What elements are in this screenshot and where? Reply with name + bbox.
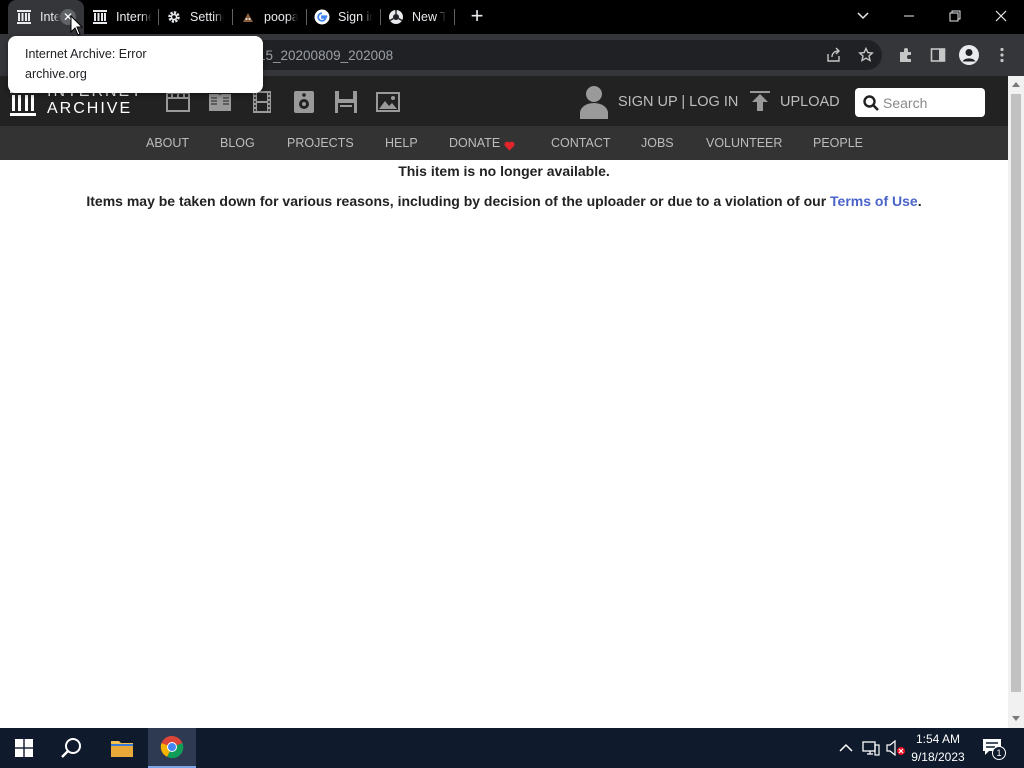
ia-logo-line2[interactable]: ARCHIVE xyxy=(47,101,132,117)
notifications-button[interactable]: 1 xyxy=(982,738,1008,760)
web-page: INTERNET ARCHIVE SIGN UP | LOG IN UPLOAD xyxy=(0,76,1008,728)
tab-separator xyxy=(232,9,233,25)
tab-internet-archive[interactable]: Internet Archive xyxy=(92,0,156,34)
chrome-taskbar-button[interactable] xyxy=(148,728,196,768)
upload-icon[interactable] xyxy=(750,91,770,113)
tab-title: Settings xyxy=(190,10,224,24)
video-icon[interactable] xyxy=(250,90,274,114)
mouse-cursor-icon xyxy=(70,15,84,36)
terms-of-use-link[interactable]: Terms of Use xyxy=(830,193,918,209)
close-icon xyxy=(995,10,1007,22)
error-description-text: Items may be taken down for various reas… xyxy=(86,193,827,209)
scroll-up-arrow-icon[interactable] xyxy=(1012,81,1020,87)
search-placeholder: Search xyxy=(883,95,928,111)
search-icon xyxy=(863,95,879,111)
folder-icon xyxy=(111,741,133,757)
tab-title: poopa xyxy=(264,10,298,24)
tab-settings[interactable]: Settings xyxy=(166,0,226,34)
tab-sign-in[interactable]: Sign in xyxy=(314,0,374,34)
custom-favicon-icon xyxy=(240,9,256,25)
tab-title: New Tab xyxy=(412,10,446,24)
terms-period: . xyxy=(917,193,922,209)
tab-new-tab[interactable]: New Tab xyxy=(388,0,448,34)
taskbar-search-button[interactable] xyxy=(48,728,96,768)
tab-separator xyxy=(454,9,455,25)
texts-icon[interactable] xyxy=(208,90,232,114)
heart-icon[interactable] xyxy=(504,138,515,151)
notification-count-badge: 1 xyxy=(992,746,1006,760)
chrome-menu-icon[interactable] xyxy=(991,44,1013,66)
web-archive-icon[interactable] xyxy=(166,90,190,114)
search-icon xyxy=(61,738,81,758)
nav-jobs[interactable]: JOBS xyxy=(641,136,674,150)
tab-search-button[interactable] xyxy=(840,0,886,32)
nav-volunteer[interactable]: VOLUNTEER xyxy=(706,136,782,150)
hover-card-domain: archive.org xyxy=(25,67,87,81)
signup-login-link[interactable]: SIGN UP | LOG IN xyxy=(618,94,738,110)
start-button[interactable] xyxy=(0,728,48,768)
vertical-scrollbar[interactable] xyxy=(1008,76,1024,728)
tab-strip: Internet Archive: Error ✕ Internet Archi… xyxy=(0,0,1024,34)
show-hidden-icons-button[interactable] xyxy=(838,740,854,756)
tab-poopa[interactable]: poopa xyxy=(240,0,300,34)
scrollbar-thumb[interactable] xyxy=(1011,94,1021,692)
extensions-icon[interactable] xyxy=(895,44,917,66)
chrome-icon xyxy=(160,735,184,759)
search-input[interactable]: Search xyxy=(855,88,985,117)
new-tab-button[interactable]: + xyxy=(466,5,488,27)
chevron-down-icon xyxy=(857,12,869,20)
nav-donate[interactable]: DONATE xyxy=(449,136,500,150)
tab-separator xyxy=(380,9,381,25)
clock-time[interactable]: 1:54 AM xyxy=(912,732,964,746)
nav-contact[interactable]: CONTACT xyxy=(551,136,611,150)
nav-help[interactable]: HELP xyxy=(385,136,418,150)
nav-about[interactable]: ABOUT xyxy=(146,136,189,150)
file-explorer-button[interactable] xyxy=(98,728,146,768)
volume-muted-icon[interactable] xyxy=(886,739,906,757)
google-icon xyxy=(314,9,330,25)
tab-hover-card: Internet Archive: Error archive.org xyxy=(8,36,263,93)
nav-blog[interactable]: BLOG xyxy=(220,136,255,150)
tab-separator xyxy=(158,9,159,25)
software-icon[interactable] xyxy=(334,90,358,114)
images-icon[interactable] xyxy=(376,90,400,114)
nav-projects[interactable]: PROJECTS xyxy=(287,136,354,150)
chrome-icon xyxy=(388,9,404,25)
error-title: This item is no longer available. xyxy=(398,163,610,179)
tab-title: Sign in xyxy=(338,10,372,24)
restore-icon xyxy=(949,10,961,22)
close-window-button[interactable] xyxy=(978,0,1024,32)
ia-logo-icon[interactable] xyxy=(10,90,36,116)
hover-card-title: Internet Archive: Error xyxy=(25,47,147,61)
upload-link[interactable]: UPLOAD xyxy=(780,94,840,110)
chevron-up-icon xyxy=(839,743,853,752)
tab-title: Internet Archive: Error xyxy=(40,10,60,24)
profile-avatar-icon[interactable] xyxy=(958,44,980,66)
side-panel-icon[interactable] xyxy=(927,44,949,66)
minimize-icon xyxy=(904,15,914,17)
bookmark-star-icon[interactable] xyxy=(855,44,877,66)
tab-title: Internet Archive xyxy=(116,10,152,24)
clock-date[interactable]: 9/18/2023 xyxy=(908,750,968,764)
archive-icon xyxy=(16,9,32,25)
scroll-down-arrow-icon[interactable] xyxy=(1012,716,1020,722)
audio-icon[interactable] xyxy=(292,90,316,114)
share-icon[interactable] xyxy=(823,44,845,66)
archive-icon xyxy=(92,9,108,25)
nav-people[interactable]: PEOPLE xyxy=(813,136,863,150)
network-icon[interactable] xyxy=(862,740,880,756)
tab-separator xyxy=(306,9,307,25)
minimize-button[interactable] xyxy=(886,0,932,32)
error-description: Items may be taken down for various reas… xyxy=(0,193,1008,209)
windows-logo-icon xyxy=(15,739,33,757)
gear-icon xyxy=(166,9,182,25)
windows-taskbar: 1:54 AM 9/18/2023 1 xyxy=(0,728,1024,768)
user-icon[interactable] xyxy=(580,85,608,119)
restore-button[interactable] xyxy=(932,0,978,32)
url-text[interactable]: 15_20200809_202008 xyxy=(258,48,393,63)
